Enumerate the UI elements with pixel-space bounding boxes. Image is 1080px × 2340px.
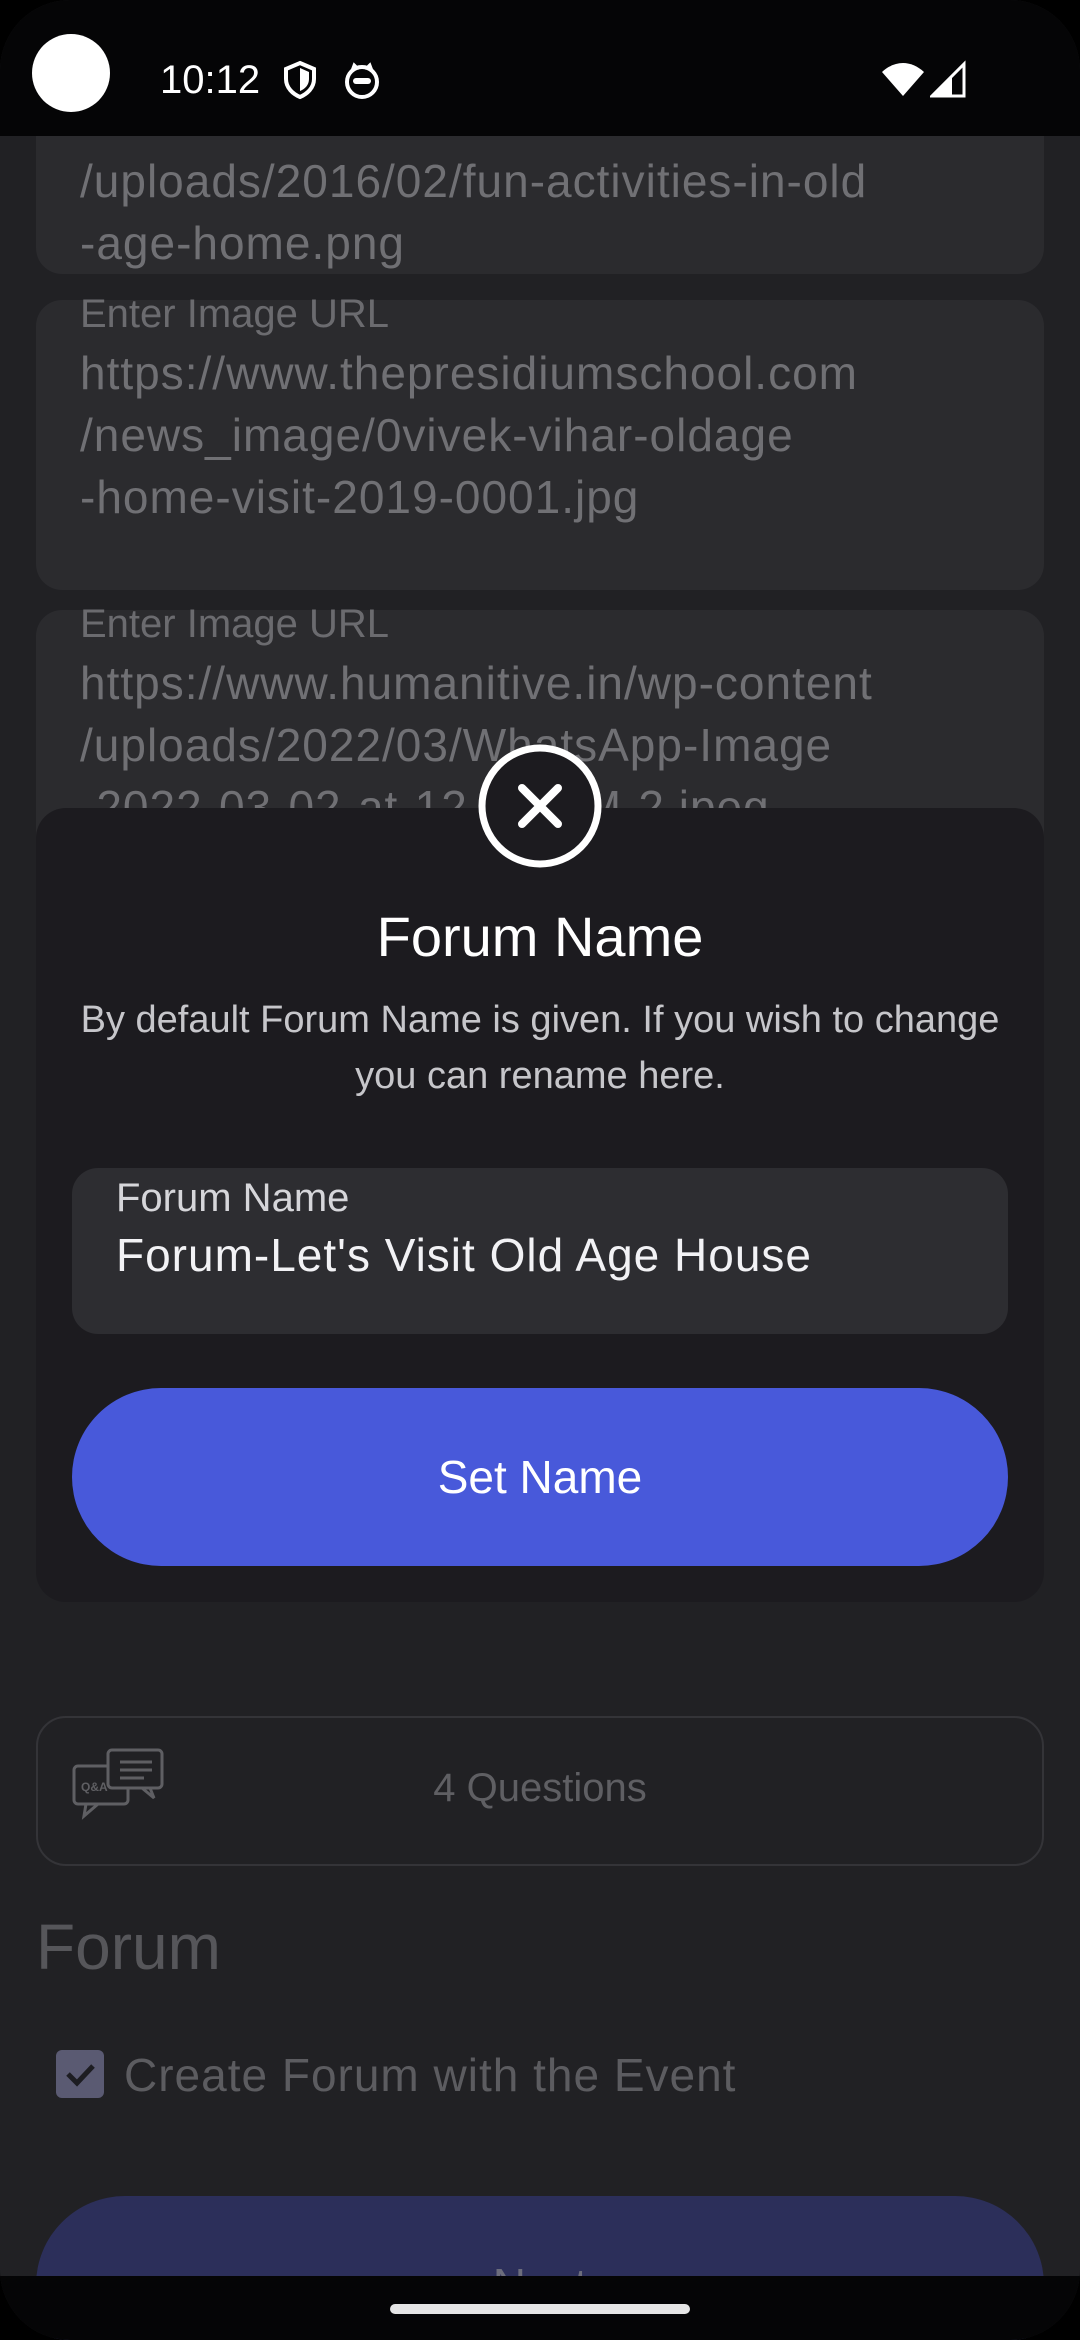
checkmark-icon [66,2064,95,2087]
status-time: 10:12 [160,58,261,102]
dialog-description: By default Forum Name is given. If you w… [80,999,1000,1097]
image-url-card[interactable]: Enter Image URL https://www.thepresidium… [36,292,1044,590]
shield-icon [284,60,316,100]
forum-name-field[interactable]: Forum Name Forum-Let's Visit Old Age Hou… [72,1168,1008,1334]
forum-name-field-label: Forum Name [116,1176,350,1220]
questions-card[interactable]: Q&A 4 Questions [36,1716,1044,1866]
cellular-icon [930,60,966,98]
device-screen: 10:12 /uploads/2016/02/fun-activities-in… [0,0,1080,2340]
dialog-title: Forum Name [376,905,704,968]
forum-name-input[interactable]: Forum-Let's Visit Old Age House [116,1228,812,1282]
forum-section-heading: Forum [36,1911,221,1983]
wifi-icon [882,63,924,96]
create-forum-label: Create Forum with the Event [124,2049,737,2101]
forum-name-dialog: Forum Name By default Forum Name is give… [36,808,1044,1602]
camera-cutout [32,34,110,112]
create-forum-checkbox[interactable] [56,2050,104,2098]
image-url-value: https://www.thepresidiumschool.com /news… [80,347,858,523]
status-bar: 10:12 [0,0,1080,136]
image-url-label: Enter Image URL [80,602,390,646]
set-name-button[interactable]: Set Name [72,1388,1008,1566]
home-indicator[interactable] [390,2304,690,2314]
close-icon[interactable] [478,744,602,868]
image-url-value: /uploads/2016/02/fun-activities-in-old -… [80,155,868,269]
cat-face-icon [345,62,379,99]
image-url-label: Enter Image URL [80,292,390,336]
questions-count: 4 Questions [433,1766,647,1810]
navigation-bar [0,2276,1080,2340]
